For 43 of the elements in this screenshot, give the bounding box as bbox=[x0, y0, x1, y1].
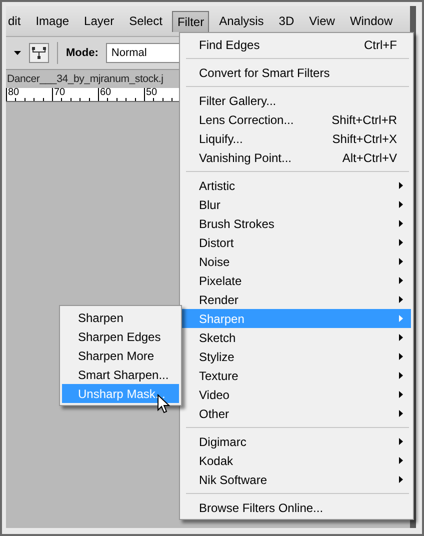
ruler-label: 60 bbox=[98, 88, 144, 101]
shortcut-label: Alt+Ctrl+V bbox=[342, 150, 398, 164]
menu-item[interactable]: Video bbox=[182, 385, 411, 404]
menu-item[interactable]: Vanishing Point... Alt+Ctrl+V bbox=[182, 148, 411, 167]
dropdown-caret-icon bbox=[14, 51, 21, 55]
path-tool-icon[interactable] bbox=[29, 43, 49, 63]
shortcut-label: Ctrl+F bbox=[364, 38, 398, 52]
ruler-label: 70 bbox=[52, 88, 98, 101]
menu-item[interactable]: Sharpen bbox=[62, 308, 179, 327]
menu-bar-item[interactable]: Select bbox=[124, 10, 168, 32]
menu-bar-item[interactable]: Filter bbox=[172, 10, 210, 32]
menu-item[interactable]: Distort bbox=[182, 233, 411, 252]
menu-bar-item[interactable]: 3D bbox=[274, 10, 300, 32]
menu-bar-item[interactable]: Analysis bbox=[214, 10, 269, 32]
menu-item[interactable]: Noise bbox=[182, 252, 411, 271]
menu-item[interactable]: Smart Sharpen... bbox=[62, 365, 179, 384]
menu-item[interactable]: Sharpen More bbox=[62, 346, 179, 365]
menu-item[interactable]: Nik Software bbox=[182, 470, 411, 489]
shortcut-label: Shift+Ctrl+X bbox=[332, 132, 398, 146]
menu-item[interactable]: Brush Strokes bbox=[182, 214, 411, 233]
menu-item[interactable]: Texture bbox=[182, 366, 411, 385]
menu-item[interactable]: Sharpen Edges bbox=[62, 327, 179, 346]
menu-bar-item[interactable]: View bbox=[304, 10, 340, 32]
shortcut-label: Shift+Ctrl+R bbox=[332, 112, 398, 126]
menu-bar-item[interactable]: Layer bbox=[79, 10, 120, 32]
menu-item[interactable]: Sketch bbox=[182, 328, 411, 347]
menu-item[interactable]: Browse Filters Online... bbox=[182, 498, 411, 517]
menu-item[interactable]: Lens Correction... Shift+Ctrl+R bbox=[182, 110, 411, 129]
mode-label: Mode: bbox=[66, 47, 98, 59]
menu-bar-item[interactable]: dit bbox=[6, 10, 26, 32]
menu-item[interactable]: Pixelate bbox=[182, 271, 411, 290]
ruler-label: 80 bbox=[6, 88, 52, 101]
menu-item[interactable]: Blur bbox=[182, 195, 411, 214]
menu-item[interactable]: Other bbox=[182, 404, 411, 423]
menu-item[interactable]: Render bbox=[182, 290, 411, 309]
menu-item[interactable]: Liquify... Shift+Ctrl+X bbox=[182, 129, 411, 148]
menu-item[interactable]: Artistic bbox=[182, 176, 411, 195]
menu-item[interactable]: Convert for Smart Filters bbox=[182, 63, 411, 82]
menu-bar-item[interactable]: Window bbox=[344, 10, 398, 32]
menu-bar-item[interactable]: Image bbox=[30, 10, 74, 32]
menu-item[interactable]: Stylize bbox=[182, 347, 411, 366]
menu-item[interactable]: Kodak bbox=[182, 451, 411, 470]
menu-item[interactable]: Digimarc bbox=[182, 432, 411, 451]
